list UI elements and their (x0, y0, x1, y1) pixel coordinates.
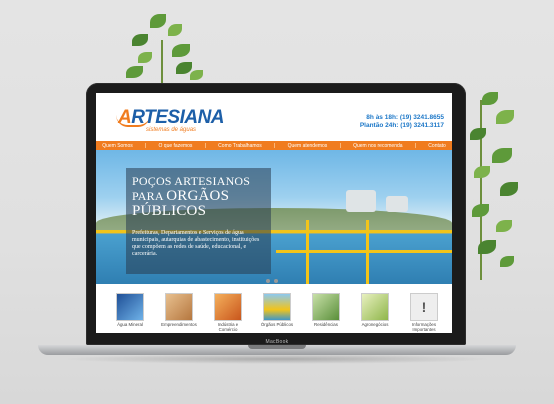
nav-divider (204, 143, 206, 148)
main-nav: Quem Somos O que fazemos Como Trabalhamo… (96, 141, 452, 150)
hero-title: POÇOS ARTESIANOS PARA ORGÃOS PÚBLICOS (132, 174, 251, 219)
category-residencias[interactable]: Residências (308, 293, 344, 331)
laptop-notch (248, 345, 306, 349)
hours-line-1: 8h às 18h: (19) 3241.8655 (366, 114, 444, 121)
carousel-dot[interactable] (274, 279, 278, 283)
public-building-icon (263, 293, 291, 321)
category-agronegocios[interactable]: Agronegócios (357, 293, 393, 331)
nav-quem-atendemos[interactable]: Quem atendemos (288, 143, 328, 149)
yellow-railing (276, 250, 452, 253)
contact-hours: 8h às 18h: (19) 3241.8655 Plantão 24h: (… (360, 114, 444, 130)
site-header: ARTESIANA sistemas de águas 8h às 18h: (… (96, 93, 452, 141)
nav-divider (414, 143, 416, 148)
laptop-screen: ARTESIANA sistemas de águas 8h às 18h: (… (96, 93, 452, 333)
nav-quem-nos-recomenda[interactable]: Quem nos recomenda (353, 143, 402, 149)
yellow-railing (306, 220, 309, 284)
category-agua-mineral[interactable]: Água Mineral (112, 293, 148, 331)
water-tank (346, 190, 376, 212)
yellow-railing (366, 220, 369, 284)
logo-subtitle: sistemas de águas (146, 127, 197, 133)
water-drop-icon (116, 293, 144, 321)
category-industria[interactable]: Indústria e Comércio (210, 293, 246, 332)
nav-divider (145, 143, 147, 148)
category-empreendimentos[interactable]: Empreendimentos (161, 293, 197, 331)
laptop-shadow (60, 354, 494, 364)
hero-banner[interactable]: POÇOS ARTESIANOS PARA ORGÃOS PÚBLICOS Pr… (96, 150, 452, 284)
house-icon (312, 293, 340, 321)
nav-divider (339, 143, 341, 148)
carousel-dots (266, 279, 278, 283)
building-icon (165, 293, 193, 321)
site-logo[interactable]: ARTESIANA (118, 107, 225, 129)
nav-divider (274, 143, 276, 148)
nav-quem-somos[interactable]: Quem Somos (102, 143, 133, 149)
hours-line-2: Plantão 24h: (19) 3241.3117 (359, 122, 444, 129)
nav-como-trabalhamos[interactable]: Como Trabalhamos (218, 143, 262, 149)
nav-o-que-fazemos[interactable]: O que fazemos (159, 143, 193, 149)
device-brand: MacBook (265, 339, 289, 345)
category-grid: Água Mineral Empreendimentos Indústria e… (112, 293, 442, 332)
plant-icon (361, 293, 389, 321)
water-tank (386, 196, 408, 212)
nav-contato[interactable]: Contato (428, 143, 446, 149)
factory-icon (214, 293, 242, 321)
category-orgaos-publicos[interactable]: Órgãos Públicos (259, 293, 295, 331)
carousel-dot[interactable] (266, 279, 270, 283)
hero-description: Prefeituras, Departamentos e Serviços de… (132, 230, 260, 257)
category-informacoes[interactable]: ! Informações Importantes (406, 293, 442, 332)
info-icon: ! (410, 293, 438, 321)
